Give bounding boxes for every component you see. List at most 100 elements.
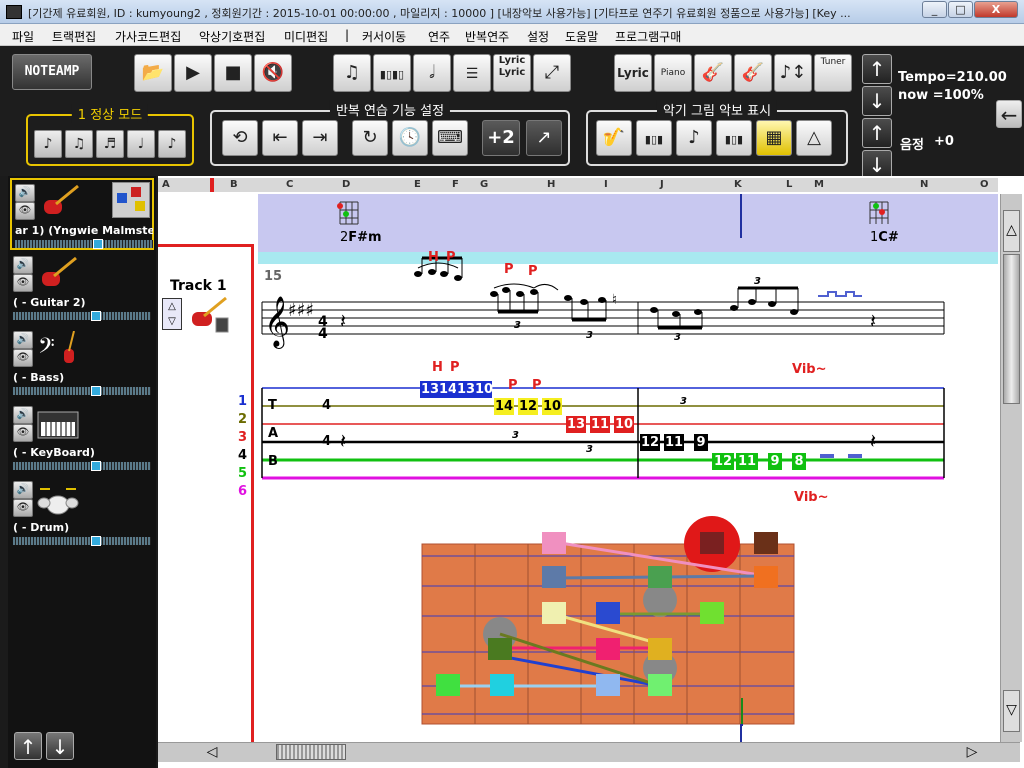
tab-note[interactable]: 8 — [792, 453, 806, 470]
piano-view-button[interactable]: ▮▯▮▯ — [373, 54, 411, 92]
eye-icon[interactable]: 👁 — [13, 274, 33, 292]
chord-diagram-button[interactable]: △ — [796, 120, 832, 156]
menu-symbol-edit[interactable]: 악상기호편집 — [199, 28, 265, 45]
scroll-up-arrow[interactable]: △ — [1003, 210, 1020, 252]
tab-note[interactable]: 10 — [474, 381, 493, 398]
volume-slider[interactable] — [13, 461, 151, 471]
fretboard-thumb-icon[interactable] — [112, 182, 150, 218]
piano-score-button[interactable]: ▮▯▮ — [636, 120, 672, 156]
menu-repeat-play[interactable]: 반복연주 — [465, 28, 509, 45]
speaker-icon[interactable]: 🔊 — [15, 184, 35, 202]
speaker-icon[interactable]: 🔊 — [13, 256, 33, 274]
lyric-window-button[interactable]: Lyric — [614, 54, 652, 92]
maximize-button[interactable]: □ — [948, 1, 973, 18]
scroll-left-arrow[interactable]: ◁ — [182, 744, 242, 760]
eye-icon[interactable]: 👁 — [15, 202, 35, 220]
stop-button[interactable]: ■ — [214, 54, 252, 92]
keyboard-color-button[interactable]: ▮▯▮ — [716, 120, 752, 156]
minimize-button[interactable]: _ — [922, 1, 947, 18]
noteamp-logo-button[interactable]: NOTEAMP — [12, 54, 92, 90]
scroll-right-arrow[interactable]: ▷ — [942, 744, 1002, 760]
mute-button[interactable]: 🔇 — [254, 54, 292, 92]
play-button[interactable]: ▶ — [174, 54, 212, 92]
repeat-b-button[interactable]: ⇥ — [302, 120, 338, 156]
track-item-2[interactable]: 🔊 👁 ( - Guitar 2) — [10, 252, 154, 324]
volume-slider[interactable] — [15, 239, 153, 249]
volume-slider[interactable] — [13, 311, 151, 321]
menu-settings[interactable]: 설정 — [527, 28, 549, 45]
tab-note[interactable]: 12 — [712, 453, 734, 470]
menu-lyric-chord-edit[interactable]: 가사코드편집 — [115, 28, 181, 45]
track-move-up-button[interactable]: ↑ — [14, 732, 42, 760]
volume-knob[interactable] — [91, 461, 101, 471]
mode-5-button[interactable]: ♪ — [158, 130, 186, 158]
close-button[interactable]: X — [974, 1, 1018, 18]
tempo-down-button[interactable]: ↓ — [862, 86, 892, 116]
collapse-panel-button[interactable]: ← — [996, 100, 1022, 128]
menu-play[interactable]: 연주 — [428, 28, 450, 45]
scroll-down-arrow[interactable]: ▽ — [1003, 690, 1020, 732]
horizontal-scroll-thumb[interactable] — [276, 744, 346, 760]
playhead-marker[interactable] — [210, 178, 214, 192]
speaker-icon[interactable]: 🔊 — [13, 481, 33, 499]
note-view-button[interactable]: 𝅗𝅥 — [413, 54, 451, 92]
speed-dial-button[interactable]: ↗ — [526, 120, 562, 156]
track-updown-button[interactable]: △ ▽ — [162, 298, 182, 330]
fretboard-color-button[interactable]: ▦ — [756, 120, 792, 156]
transpose-button[interactable]: ♪↕ — [774, 54, 812, 92]
tab-note[interactable]: 14 — [494, 398, 514, 415]
track-item-1[interactable]: 🔊 👁 ar 1) (Yngwie Malmstee — [10, 178, 154, 250]
mode-3-button[interactable]: ♬ — [96, 130, 124, 158]
metronome-button[interactable]: ♫ — [333, 54, 371, 92]
tab-note[interactable]: 12 — [518, 398, 538, 415]
tab-note[interactable]: 13 — [456, 381, 475, 398]
piano-window-button[interactable]: Piano — [654, 54, 692, 92]
tuner-button[interactable]: Tuner — [814, 54, 852, 92]
measure-ruler[interactable]: A B C D E F G H I J K L M N O — [158, 178, 998, 192]
fullscreen-button[interactable]: ⤢ — [533, 54, 571, 92]
volume-knob[interactable] — [93, 239, 103, 249]
eye-icon[interactable]: 👁 — [13, 349, 33, 367]
repeat-all-button[interactable]: ⟲ — [222, 120, 258, 156]
plus-two-button[interactable]: +2 — [482, 120, 520, 156]
tab-note[interactable]: 11 — [664, 434, 684, 451]
track-item-3[interactable]: 🔊 👁 𝄢 ( - Bass) — [10, 327, 154, 399]
keyboard-button[interactable]: ⌨ — [432, 120, 468, 156]
clock-button[interactable]: 🕓 — [392, 120, 428, 156]
volume-knob[interactable] — [91, 386, 101, 396]
open-folder-button[interactable]: 📂 — [134, 54, 172, 92]
cycle-button[interactable]: ↻ — [352, 120, 388, 156]
tab-note[interactable]: 9 — [694, 434, 708, 451]
volume-knob[interactable] — [91, 536, 101, 546]
menu-file[interactable]: 파일 — [12, 28, 34, 45]
bass-window-button[interactable]: 🎸 — [734, 54, 772, 92]
staff-view-button[interactable]: ☰ — [453, 54, 491, 92]
tab-note[interactable]: 13 — [566, 416, 586, 433]
speaker-icon[interactable]: 🔊 — [13, 406, 33, 424]
menu-track-edit[interactable]: 트랙편집 — [52, 28, 96, 45]
tab-note[interactable]: 9 — [768, 453, 782, 470]
tab-note[interactable]: 11 — [736, 453, 758, 470]
repeat-a-button[interactable]: ⇤ — [262, 120, 298, 156]
mode-4-button[interactable]: ♩ — [127, 130, 155, 158]
tab-note[interactable]: 11 — [590, 416, 610, 433]
pitch-up-button[interactable]: ↑ — [862, 118, 892, 148]
horizontal-scrollbar[interactable]: ◁ ▷ — [158, 742, 1020, 762]
menu-purchase[interactable]: 프로그램구매 — [615, 28, 681, 45]
track-item-5[interactable]: 🔊 👁 ( - Drum) — [10, 477, 154, 549]
volume-slider[interactable] — [13, 536, 151, 546]
guitar-window-button[interactable]: 🎸 — [694, 54, 732, 92]
tab-note[interactable]: 10 — [542, 398, 562, 415]
menu-cursor-move[interactable]: 커서이동 — [362, 28, 406, 45]
tempo-up-button[interactable]: ↑ — [862, 54, 892, 84]
volume-slider[interactable] — [13, 386, 151, 396]
tab-note[interactable]: 14 — [438, 381, 457, 398]
sax-view-button[interactable]: 🎷 — [596, 120, 632, 156]
track-item-4[interactable]: 🔊 👁 ( - KeyBoard) — [10, 402, 154, 474]
menu-midi-edit[interactable]: 미디편집 — [284, 28, 328, 45]
tab-note[interactable]: 12 — [640, 434, 660, 451]
eye-icon[interactable]: 👁 — [13, 499, 33, 517]
menu-help[interactable]: 도움말 — [565, 28, 598, 45]
speaker-icon[interactable]: 🔊 — [13, 331, 33, 349]
tab-note[interactable]: 10 — [614, 416, 634, 433]
